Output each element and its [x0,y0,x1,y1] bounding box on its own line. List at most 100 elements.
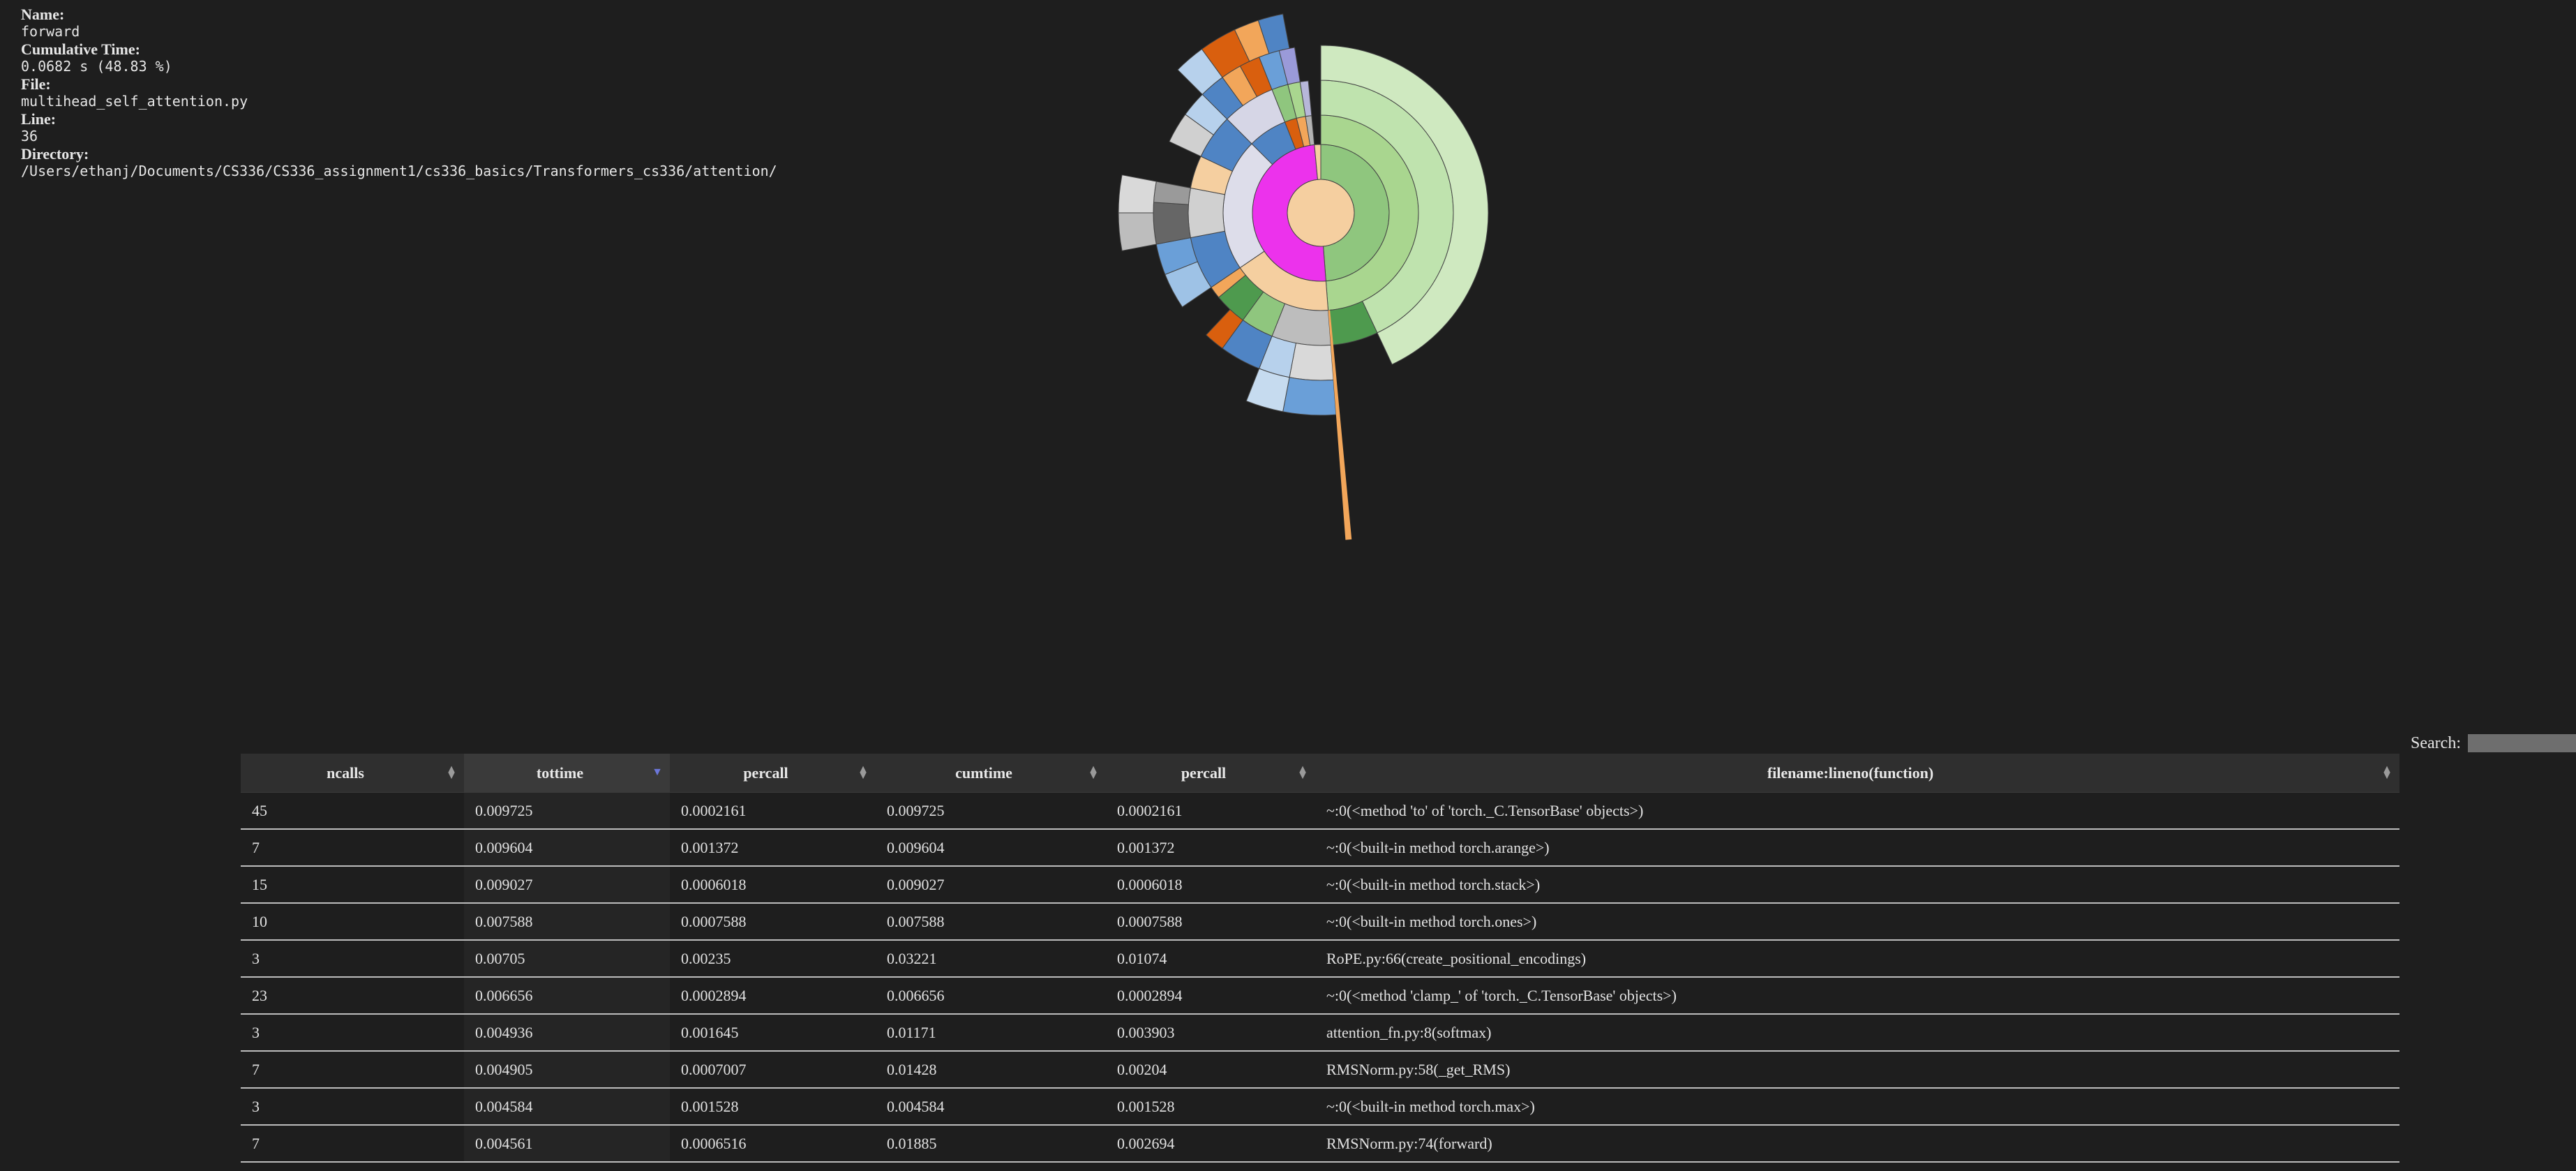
table-cell: 0.03221 [876,940,1106,978]
table-cell: ~:0(<method 'clamp_' of 'torch._C.Tensor… [1315,977,2399,1015]
table-cell: 0.0006516 [670,1125,876,1163]
column-header-label: tottime [536,763,584,782]
table-cell: 3 [241,940,464,978]
table-cell: 0.01885 [876,1125,1106,1163]
table-cell: 45 [241,792,464,830]
table-row[interactable]: 15 0.009027 0.0006018 0.009027 0.0006018 ~:0(… [241,866,2399,904]
sort-icon: ▲ ▼ [1088,763,1099,782]
table-cell: 0.009604 [876,829,1106,867]
table-cell: 0.0002894 [1106,977,1315,1015]
table-cell: 0.004584 [876,1088,1106,1126]
sunburst-segment[interactable] [1188,187,1226,239]
sunburst-segment[interactable] [1328,310,1352,540]
table-cell: 0.009725 [464,792,670,830]
column-header-label: filename:lineno(function) [1767,763,1934,782]
column-header-tottime[interactable]: tottime ▼ [464,754,670,793]
sunburst-chart[interactable] [0,0,2576,698]
table-cell: 15 [241,866,464,904]
table-cell: 0.009027 [876,866,1106,904]
table-cell: 0.006656 [876,977,1106,1015]
table-cell: 0.01171 [876,1014,1106,1052]
column-header-label: cumtime [955,763,1012,782]
table-cell: 0.0002894 [670,977,876,1015]
table-cell: 0.00705 [464,940,670,978]
table-row[interactable]: 23 0.006656 0.0002894 0.006656 0.0002894 ~:0(… [241,977,2399,1015]
sort-descending-icon: ▼ [652,766,663,778]
table-cell: 7 [241,1125,464,1163]
table-row[interactable]: 7 0.004905 0.0007007 0.01428 0.00204 RMSNorm.… [241,1051,2399,1089]
table-cell: 0.007588 [464,903,670,941]
column-header-percall[interactable]: percall ▲ ▼ [670,754,876,793]
table-cell: 0.004561 [464,1125,670,1163]
table-row[interactable]: 3 0.004936 0.001645 0.01171 0.003903 attentio… [241,1014,2399,1052]
table-row[interactable]: 45 0.009725 0.0002161 0.009725 0.0002161 ~:0(… [241,792,2399,830]
search-bar: Search: [2411,731,2576,755]
column-header-label: ncalls [327,763,364,782]
column-header-percall-cumulative[interactable]: percall ▲ ▼ [1106,754,1315,793]
column-header-ncalls[interactable]: ncalls ▲ ▼ [241,754,464,793]
table-cell: 0.001372 [670,829,876,867]
sunburst-segment[interactable] [1289,343,1334,381]
table-cell: 0.004584 [464,1088,670,1126]
table-cell: RMSNorm.py:74(forward) [1315,1125,2399,1163]
table-cell: 0.009027 [464,866,670,904]
table-row[interactable]: 3 0.00705 0.00235 0.03221 0.01074 RoPE.py:66(… [241,940,2399,978]
table-cell: 0.01074 [1106,940,1315,978]
table-cell: 0.0002161 [670,792,876,830]
sunburst-segment[interactable] [1282,377,1337,416]
table-cell: 0.004905 [464,1051,670,1089]
table-cell: 0.009725 [876,792,1106,830]
table-cell: 10 [241,903,464,941]
table-cell: 3 [241,1014,464,1052]
table-cell: 0.006656 [464,977,670,1015]
table-cell: RoPE.py:66(create_positional_encodings) [1315,940,2399,978]
sunburst-segment[interactable] [1153,202,1191,245]
table-cell: 0.009604 [464,829,670,867]
table-cell: 7 [241,1051,464,1089]
sort-icon: ▲ ▼ [1297,763,1308,782]
table-cell: 0.0007588 [670,903,876,941]
table-cell: 7 [241,829,464,867]
stats-table: ncalls ▲ ▼ tottime ▼ percall ▲ ▼ cumtime ▲… [241,754,2399,1163]
table-cell: 0.0006018 [1106,866,1315,904]
sunburst-segment[interactable] [1153,181,1191,205]
table-cell: attention_fn.py:8(softmax) [1315,1014,2399,1052]
table-row[interactable]: 10 0.007588 0.0007588 0.007588 0.0007588 ~:0(… [241,903,2399,941]
table-cell: 0.0007588 [1106,903,1315,941]
table-cell: ~:0(<built-in method torch.max>) [1315,1088,2399,1126]
search-label: Search: [2411,733,2461,752]
table-cell: 0.007588 [876,903,1106,941]
table-cell: 0.00204 [1106,1051,1315,1089]
sort-icon: ▲ ▼ [446,763,457,782]
table-cell: ~:0(<built-in method torch.arange>) [1315,829,2399,867]
table-cell: RMSNorm.py:58(_get_RMS) [1315,1051,2399,1089]
table-cell: 0.0002161 [1106,792,1315,830]
table-row[interactable]: 7 0.004561 0.0006516 0.01885 0.002694 RMSNorm… [241,1125,2399,1163]
table-cell: 23 [241,977,464,1015]
table-cell: 0.001645 [670,1014,876,1052]
table-cell: ~:0(<built-in method torch.ones>) [1315,903,2399,941]
table-cell: 0.01428 [876,1051,1106,1089]
table-cell: 0.001528 [670,1088,876,1126]
table-cell: 3 [241,1088,464,1126]
sort-icon: ▲ ▼ [858,763,869,782]
table-row[interactable]: 7 0.009604 0.001372 0.009604 0.001372 ~:0(<bu… [241,829,2399,867]
column-header-label: percall [1181,763,1227,782]
table-cell: ~:0(<method 'to' of 'torch._C.TensorBase… [1315,792,2399,830]
table-cell: 0.0006018 [670,866,876,904]
table-cell: 0.003903 [1106,1014,1315,1052]
sort-icon: ▲ ▼ [2381,763,2392,782]
table-row[interactable]: 3 0.004584 0.001528 0.004584 0.001528 ~:0(<bu… [241,1088,2399,1126]
sunburst-segment[interactable] [1118,174,1157,214]
search-input[interactable] [2468,734,2576,752]
table-cell: 0.0007007 [670,1051,876,1089]
column-header-label: percall [743,763,788,782]
table-cell: 0.001372 [1106,829,1315,867]
table-cell: 0.002694 [1106,1125,1315,1163]
column-header-filename[interactable]: filename:lineno(function) ▲ ▼ [1315,754,2399,793]
table-cell: 0.001528 [1106,1088,1315,1126]
column-header-cumtime[interactable]: cumtime ▲ ▼ [876,754,1106,793]
sunburst-segment[interactable] [1118,212,1157,251]
table-cell: ~:0(<built-in method torch.stack>) [1315,866,2399,904]
table-cell: 0.00235 [670,940,876,978]
